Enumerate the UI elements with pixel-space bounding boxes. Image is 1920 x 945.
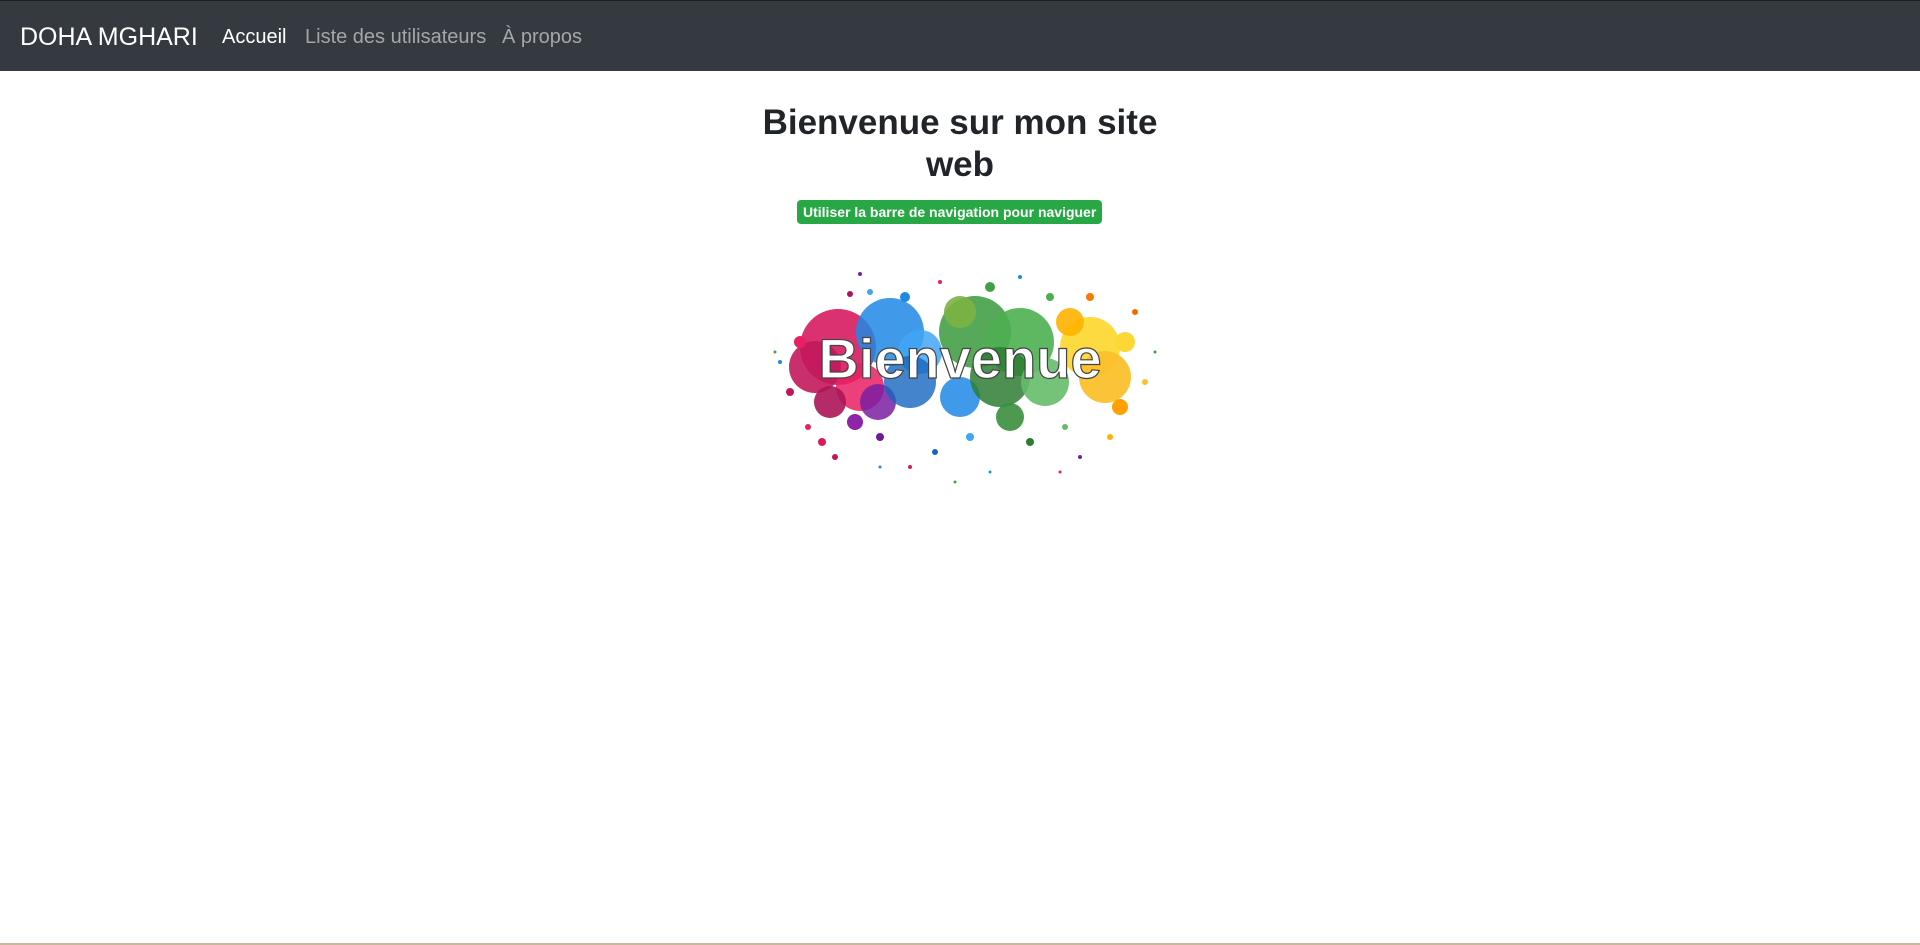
brand-link[interactable]: DOHA MGHARI (20, 21, 198, 53)
welcome-paint-splash-image: Bienvenue (760, 252, 1160, 512)
paint-splash-graphic: Bienvenue (773, 272, 1157, 484)
nav-item-accueil[interactable]: Accueil (222, 24, 286, 50)
navigation-hint-badge: Utiliser la barre de navigation pour nav… (797, 200, 1103, 224)
main-content: Bienvenue sur mon site web Utiliser la b… (0, 71, 1920, 945)
nav-item-liste-utilisateurs[interactable]: Liste des utilisateurs (305, 24, 486, 50)
hero-welcome-text: Bienvenue (818, 327, 1101, 390)
page-title: Bienvenue sur mon site web (762, 103, 1158, 184)
nav-item-a-propos[interactable]: À propos (502, 24, 582, 50)
top-navbar: DOHA MGHARI Accueil Liste des utilisateu… (0, 0, 1920, 71)
